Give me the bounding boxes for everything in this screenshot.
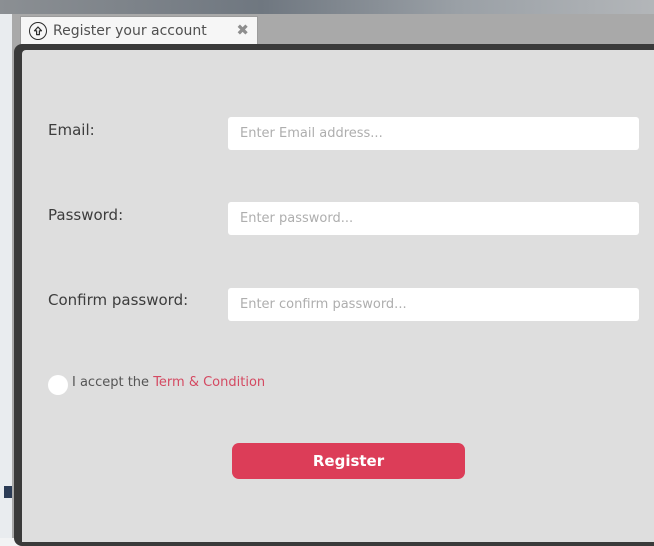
email-label: Email: <box>48 121 95 139</box>
password-label: Password: <box>48 206 124 224</box>
confirm-password-label: Confirm password: <box>48 291 189 309</box>
tab-register-account[interactable]: Register your account ✖ <box>20 16 258 44</box>
background-window-strip <box>0 0 654 14</box>
tab-title: Register your account <box>53 22 207 39</box>
accept-terms-radio[interactable] <box>48 375 68 395</box>
accept-terms-text: I accept the Term & Condition <box>72 375 265 390</box>
upload-arrow-glyph <box>33 25 43 35</box>
register-button[interactable]: Register <box>232 443 465 479</box>
terms-link[interactable]: Term & Condition <box>153 375 265 390</box>
upload-circle-icon <box>29 21 47 40</box>
close-icon[interactable]: ✖ <box>236 23 249 38</box>
accept-prefix: I accept the <box>72 375 150 390</box>
password-input[interactable] <box>228 202 639 235</box>
email-input[interactable] <box>228 117 639 150</box>
confirm-password-input[interactable] <box>228 288 639 321</box>
background-left-mark <box>4 486 12 498</box>
background-left-strip <box>0 14 12 546</box>
